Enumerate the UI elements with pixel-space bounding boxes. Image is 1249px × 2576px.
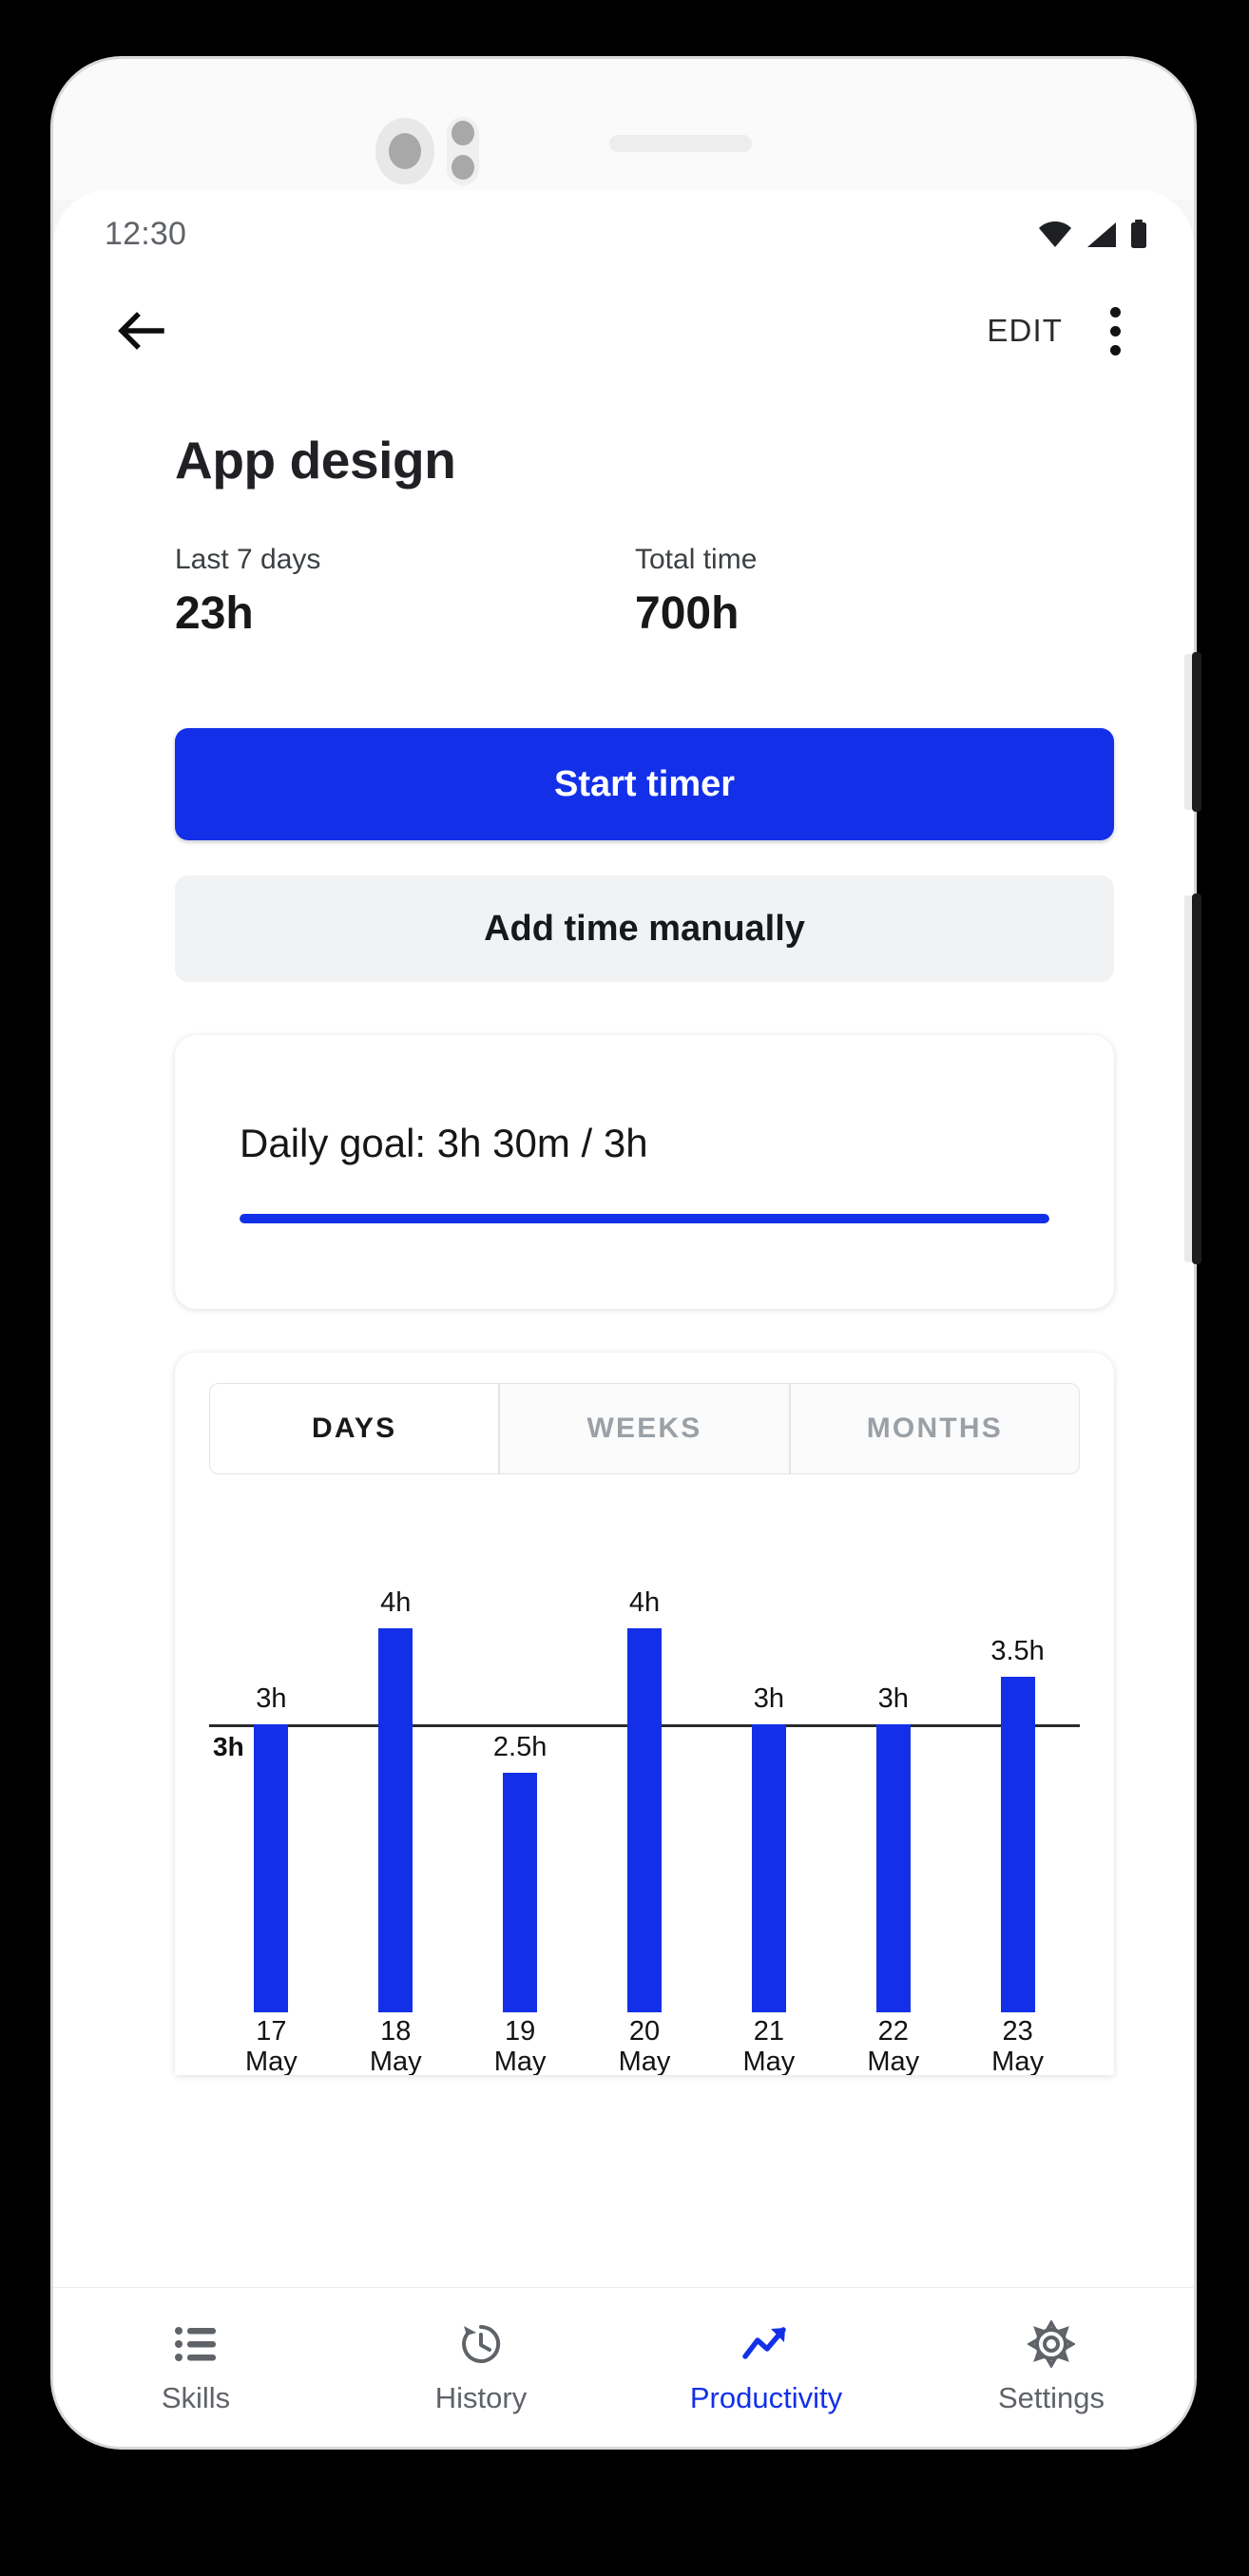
nav-item-history[interactable]: History bbox=[338, 2288, 624, 2447]
bar-date-label: 19 May bbox=[493, 2016, 547, 2075]
bar-value-label: 3.5h bbox=[990, 1635, 1045, 1666]
bar-date-label: 17 May bbox=[245, 2016, 298, 2075]
daily-goal-progress-fill bbox=[240, 1214, 1049, 1223]
back-button[interactable] bbox=[99, 289, 183, 373]
bar-slot: 3.5h 23 May bbox=[955, 1507, 1080, 2076]
trending-up-icon bbox=[741, 2320, 791, 2368]
screenshot-root: 12:30 EDIT App design Last 7 days 23h To… bbox=[0, 0, 1249, 2576]
stat-value: 23h bbox=[175, 588, 254, 639]
stat-label: Last 7 days bbox=[175, 544, 321, 575]
bottom-navigation: Skills History Productivity Settings bbox=[53, 2287, 1194, 2447]
bar-chart-bars: 3h 17 May 4h 18 May 2.5h 19 May 4h 20 May 3h 21 May 3h 2… bbox=[209, 1507, 1080, 2075]
bar-slot: 3h 22 May bbox=[831, 1507, 955, 2075]
bar-date-label: 21 May bbox=[742, 2016, 796, 2075]
bar-value-label: 3h bbox=[877, 1683, 909, 1714]
phone-power-button[interactable] bbox=[1192, 894, 1201, 1264]
content-area: App design Last 7 days 23h Total time 70… bbox=[53, 384, 1194, 2075]
bar-value-label: 3h bbox=[256, 1683, 287, 1714]
nav-item-skills[interactable]: Skills bbox=[53, 2288, 338, 2447]
stat-label: Total time bbox=[635, 544, 758, 575]
overflow-dot-2 bbox=[1109, 325, 1121, 336]
daily-goal-card[interactable]: Daily goal: 3h 30m / 3h bbox=[175, 1035, 1114, 1309]
gear-icon bbox=[1028, 2319, 1075, 2368]
nav-item-productivity[interactable]: Productivity bbox=[624, 2288, 909, 2447]
status-bar: 12:30 bbox=[53, 190, 1194, 278]
bar-date-label: 22 May bbox=[867, 2016, 920, 2075]
arrow-left-icon bbox=[118, 312, 164, 350]
bar-slot: 2.5h 19 May bbox=[458, 1507, 583, 2076]
chart-bar[interactable] bbox=[378, 1628, 413, 2012]
bar-chart: 3h 3h 17 May 4h 18 May 2.5h 19 May 4h 20 May 3h 21 May… bbox=[209, 1507, 1080, 2075]
phone-top-bezel bbox=[53, 59, 1194, 200]
tab-weeks[interactable]: WEEKS bbox=[499, 1383, 790, 1474]
chart-bar[interactable] bbox=[875, 1724, 911, 2012]
overflow-dot-1 bbox=[1109, 306, 1121, 317]
add-time-manually-button[interactable]: Add time manually bbox=[175, 875, 1114, 982]
wifi-icon bbox=[1039, 221, 1071, 247]
nav-label: Settings bbox=[997, 2380, 1105, 2414]
stat-value: 700h bbox=[635, 588, 740, 639]
daily-goal-progress-track bbox=[240, 1214, 1049, 1223]
chart-bar[interactable] bbox=[254, 1724, 289, 2012]
start-timer-button[interactable]: Start timer bbox=[175, 728, 1114, 840]
front-camera-icon bbox=[375, 118, 434, 184]
tab-months[interactable]: MONTHS bbox=[789, 1383, 1080, 1474]
chart-card: DAYS WEEKS MONTHS 3h 3h 17 May 4h 18 May 2.5h 1… bbox=[175, 1353, 1114, 2075]
chart-bar[interactable] bbox=[1000, 1676, 1035, 2012]
status-bar-icons bbox=[1038, 220, 1148, 248]
bar-value-label: 3h bbox=[753, 1683, 784, 1714]
earpiece-speaker bbox=[609, 135, 752, 152]
bar-slot: 3h 17 May bbox=[209, 1507, 334, 2075]
stat-total-time: Total time 700h bbox=[635, 544, 1095, 640]
more-vertical-icon[interactable] bbox=[1080, 291, 1150, 371]
edit-button[interactable]: EDIT bbox=[970, 299, 1080, 362]
stats-row: Last 7 days 23h Total time 700h bbox=[53, 490, 1194, 640]
bar-slot: 3h 21 May bbox=[706, 1507, 831, 2075]
page-title: App design bbox=[175, 431, 456, 490]
sensor-dot-top bbox=[452, 121, 474, 145]
bar-date-label: 18 May bbox=[369, 2016, 422, 2075]
nav-label: History bbox=[434, 2380, 528, 2414]
bar-value-label: 4h bbox=[380, 1587, 412, 1618]
app-bar: EDIT bbox=[53, 278, 1194, 384]
daily-goal-text: Daily goal: 3h 30m / 3h bbox=[240, 1121, 648, 1165]
list-icon bbox=[174, 2320, 218, 2368]
chart-bar[interactable] bbox=[751, 1724, 786, 2012]
signal-icon bbox=[1087, 222, 1116, 247]
bar-slot: 4h 18 May bbox=[334, 1507, 458, 2075]
camera-lens bbox=[389, 133, 421, 169]
chart-bar[interactable] bbox=[627, 1628, 662, 2012]
nav-item-settings[interactable]: Settings bbox=[909, 2288, 1194, 2447]
bar-value-label: 4h bbox=[628, 1587, 661, 1618]
nav-label: Productivity bbox=[689, 2380, 843, 2414]
bar-slot: 4h 20 May bbox=[583, 1507, 707, 2075]
chart-range-tabs: DAYS WEEKS MONTHS bbox=[209, 1383, 1080, 1474]
bar-date-label: 23 May bbox=[991, 2016, 1044, 2075]
history-clock-icon bbox=[458, 2320, 504, 2368]
status-bar-clock: 12:30 bbox=[105, 215, 187, 252]
bar-date-label: 20 May bbox=[618, 2016, 671, 2075]
phone-volume-button[interactable] bbox=[1192, 652, 1201, 812]
overflow-dot-3 bbox=[1109, 344, 1121, 356]
sensor-cluster-icon bbox=[447, 117, 479, 185]
sensor-dot-bottom bbox=[452, 155, 474, 180]
phone-frame: 12:30 EDIT App design Last 7 days 23h To… bbox=[53, 59, 1194, 2447]
chart-bar[interactable] bbox=[503, 1772, 538, 2012]
phone-screen: 12:30 EDIT App design Last 7 days 23h To… bbox=[53, 190, 1194, 2447]
nav-label: Skills bbox=[161, 2380, 231, 2414]
stat-last-7-days: Last 7 days 23h bbox=[175, 544, 635, 640]
battery-icon bbox=[1131, 220, 1146, 248]
bar-value-label: 2.5h bbox=[492, 1731, 548, 1762]
tab-days[interactable]: DAYS bbox=[209, 1383, 500, 1474]
